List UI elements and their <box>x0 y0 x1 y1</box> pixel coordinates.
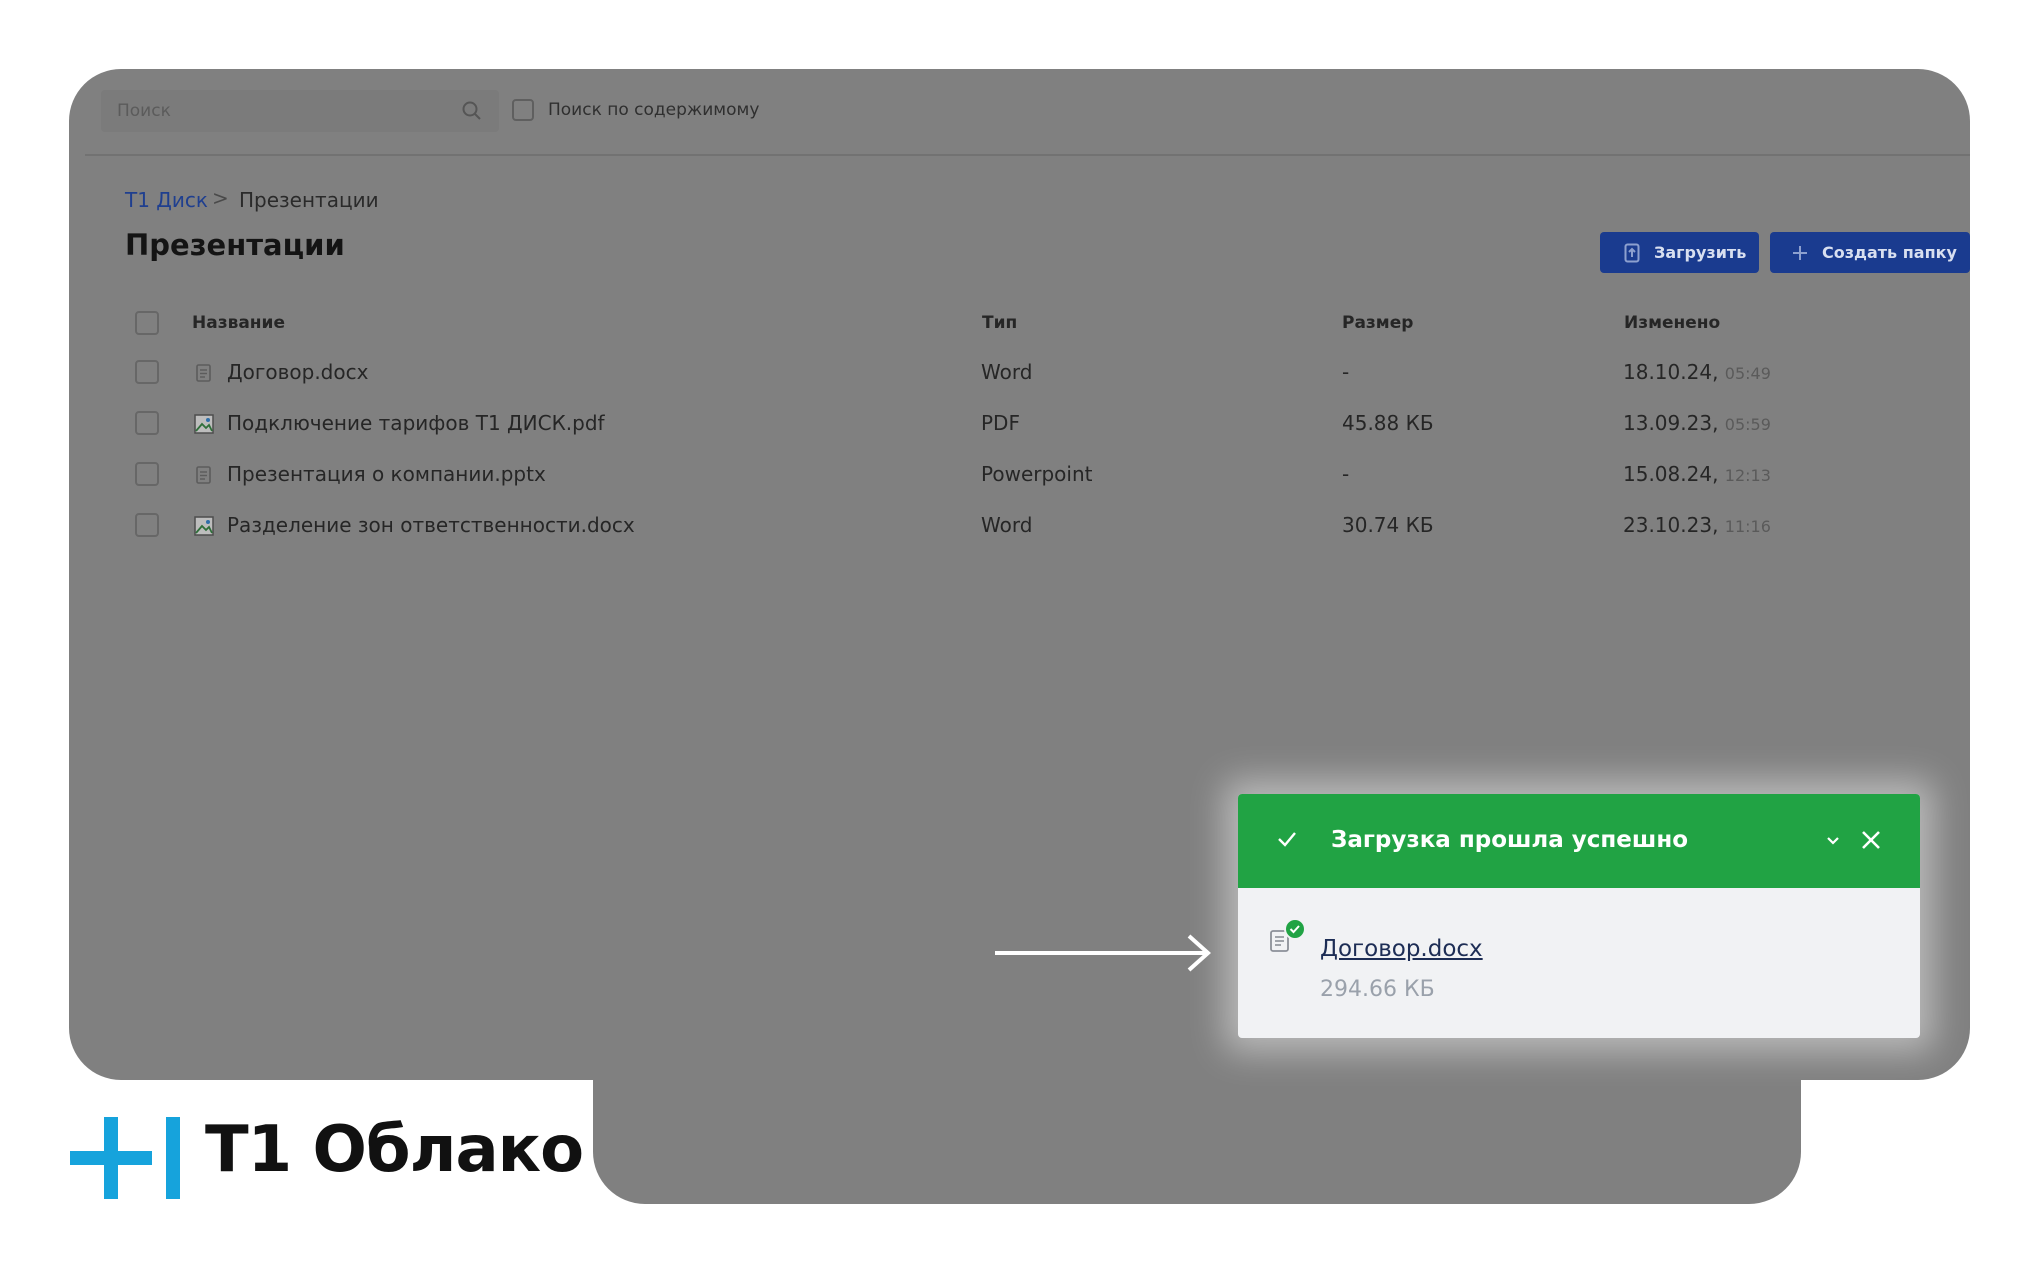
column-header-size[interactable]: Размер <box>1342 313 1413 333</box>
file-modified: 15.08.24, 12:13 <box>1623 462 1771 486</box>
file-type: PDF <box>981 411 1020 435</box>
row-checkbox[interactable] <box>135 462 159 486</box>
app-window-bottom <box>593 1040 1801 1204</box>
file-modified: 13.09.23, 05:59 <box>1623 411 1771 435</box>
plus-icon <box>1792 245 1808 261</box>
breadcrumb-root-link[interactable]: Т1 Диск <box>125 188 208 212</box>
modified-date: 15.08.24, <box>1623 462 1719 486</box>
row-checkbox[interactable] <box>135 360 159 384</box>
modified-time: 05:49 <box>1724 364 1771 383</box>
table-row[interactable]: Разделение зон ответственности.docx Word… <box>0 513 2028 564</box>
arrow-right-icon <box>995 934 1211 972</box>
upload-button-label: Загрузить <box>1654 243 1747 262</box>
modified-date: 18.10.24, <box>1623 360 1719 384</box>
file-size: 30.74 КБ <box>1342 513 1434 537</box>
image-icon <box>194 516 214 536</box>
file-name[interactable]: Презентация о компании.pptx <box>227 462 546 486</box>
success-badge-icon <box>1284 918 1306 940</box>
search-icon[interactable] <box>461 100 483 122</box>
file-size: - <box>1342 360 1350 384</box>
file-name[interactable]: Договор.docx <box>227 360 368 384</box>
content-search-checkbox[interactable] <box>512 99 534 121</box>
upload-toast: Загрузка прошла успешно Договор.docx 294… <box>1238 794 1920 1038</box>
header-divider <box>85 154 1970 156</box>
file-type: Powerpoint <box>981 462 1093 486</box>
column-header-name[interactable]: Название <box>192 313 285 333</box>
uploaded-file-link[interactable]: Договор.docx <box>1320 936 1483 962</box>
page-title: Презентации <box>125 228 345 262</box>
document-icon <box>196 466 211 484</box>
brand-logo-icon <box>70 1117 180 1199</box>
modified-time: 11:16 <box>1724 517 1771 536</box>
brand-logo-text: T1 Облако <box>205 1113 584 1187</box>
modified-date: 23.10.23, <box>1623 513 1719 537</box>
corner-card <box>1801 1080 1981 1230</box>
file-modified: 18.10.24, 05:49 <box>1623 360 1771 384</box>
table-row[interactable]: Подключение тарифов Т1 ДИСК.pdf PDF 45.8… <box>0 411 2028 462</box>
column-header-modified[interactable]: Изменено <box>1624 313 1720 333</box>
document-icon <box>196 364 211 382</box>
uploaded-file-size: 294.66 КБ <box>1320 977 1435 1002</box>
table-row[interactable]: Презентация о компании.pptx Powerpoint -… <box>0 462 2028 513</box>
search-input[interactable]: Поиск <box>101 90 499 132</box>
image-icon <box>194 414 214 434</box>
create-folder-label: Создать папку <box>1822 243 1957 262</box>
file-size: - <box>1342 462 1350 486</box>
file-type: Word <box>981 360 1033 384</box>
file-name[interactable]: Разделение зон ответственности.docx <box>227 513 635 537</box>
column-header-type[interactable]: Тип <box>982 313 1017 333</box>
chevron-down-icon[interactable] <box>1824 832 1842 850</box>
modified-time: 12:13 <box>1724 466 1771 485</box>
upload-button[interactable]: Загрузить <box>1600 232 1759 273</box>
table-row[interactable]: Договор.docx Word - 18.10.24, 05:49 <box>0 360 2028 411</box>
modified-time: 05:59 <box>1724 415 1771 434</box>
content-search-label: Поиск по содержимому <box>548 100 760 120</box>
file-modified: 23.10.23, 11:16 <box>1623 513 1771 537</box>
search-placeholder: Поиск <box>117 101 171 121</box>
upload-icon <box>1624 243 1640 263</box>
close-icon[interactable] <box>1858 827 1884 853</box>
toast-title: Загрузка прошла успешно <box>1331 827 1689 853</box>
file-name[interactable]: Подключение тарифов Т1 ДИСК.pdf <box>227 411 605 435</box>
select-all-checkbox[interactable] <box>135 311 159 335</box>
toast-header: Загрузка прошла успешно <box>1238 794 1920 888</box>
breadcrumb-separator-icon: > <box>212 186 229 210</box>
check-icon <box>1278 832 1296 847</box>
row-checkbox[interactable] <box>135 411 159 435</box>
breadcrumb-current: Презентации <box>239 188 379 212</box>
file-size: 45.88 КБ <box>1342 411 1434 435</box>
create-folder-button[interactable]: Создать папку <box>1770 232 1970 273</box>
modified-date: 13.09.23, <box>1623 411 1719 435</box>
file-type: Word <box>981 513 1033 537</box>
row-checkbox[interactable] <box>135 513 159 537</box>
